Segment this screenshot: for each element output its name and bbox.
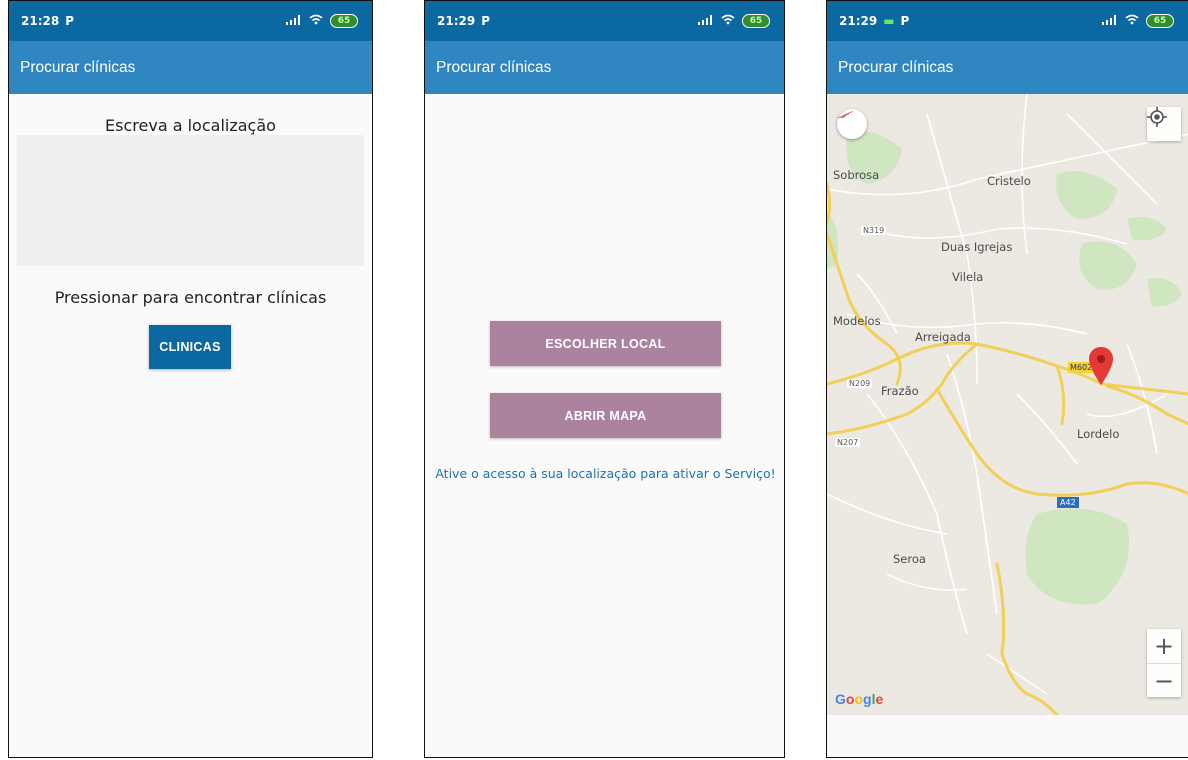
notification-p-icon: P: [65, 14, 74, 28]
road-label: N209: [847, 379, 873, 388]
signal-icon: [286, 14, 302, 28]
place-label: Frazão: [881, 384, 919, 398]
compass-icon[interactable]: [837, 109, 867, 139]
notification-p-icon: P: [900, 14, 910, 28]
zoom-controls: + −: [1147, 629, 1181, 697]
wifi-icon: [721, 14, 735, 28]
choose-location-button[interactable]: ESCOLHER LOCAL: [490, 321, 721, 366]
battery-icon: 65: [1146, 14, 1174, 28]
road-label: N319: [861, 226, 887, 235]
location-input[interactable]: [17, 135, 364, 266]
status-bar: 21:29 P 65: [425, 1, 784, 41]
wifi-icon: [1125, 14, 1139, 28]
road-label: N207: [835, 438, 861, 447]
zoom-in-button[interactable]: +: [1147, 629, 1181, 663]
battery-icon: 65: [742, 14, 770, 28]
place-label: Lordelo: [1077, 427, 1120, 441]
status-time: 21:29: [437, 14, 476, 28]
battery-icon: 65: [330, 14, 358, 28]
signal-icon: [1102, 14, 1118, 28]
app-bar: Procurar clínicas: [425, 41, 784, 94]
my-location-button[interactable]: [1147, 107, 1181, 141]
zoom-out-button[interactable]: −: [1147, 663, 1181, 698]
signal-icon: [698, 14, 714, 28]
status-time: 21:28: [21, 14, 60, 28]
place-label: Sobrosa: [833, 168, 880, 182]
app-bar: Procurar clínicas: [827, 41, 1188, 94]
my-location-icon: [1147, 107, 1167, 127]
status-time: 21:29: [839, 14, 878, 28]
status-bar: 21:29 ▬ P 65: [827, 1, 1188, 41]
phone-screen-map: 21:29 ▬ P 65 Procurar clínicas Sobrosa C…: [826, 0, 1188, 758]
app-bar: Procurar clínicas: [9, 41, 372, 94]
bottom-area: [827, 715, 1188, 757]
status-bar: 21:28 P 65: [9, 1, 372, 41]
find-clinics-label: Pressionar para encontrar clínicas: [54, 288, 327, 307]
place-label: Vilela: [952, 270, 984, 284]
location-label: Escreva a localização: [105, 116, 276, 135]
open-map-button[interactable]: ABRIR MAPA: [490, 393, 721, 438]
place-label: Seroa: [893, 552, 926, 566]
place-label: Cristelo: [987, 174, 1031, 188]
map-view[interactable]: Sobrosa Cristelo Duas Igrejas Vilela Mod…: [827, 94, 1188, 715]
app-bar-title: Procurar clínicas: [436, 58, 552, 76]
place-label: Modelos: [833, 314, 881, 328]
road-shield: A42: [1057, 497, 1079, 508]
notification-icon: ▬: [883, 14, 895, 28]
wifi-icon: [309, 14, 323, 28]
place-label: Duas Igrejas: [941, 240, 1013, 254]
google-logo: Google: [835, 691, 884, 707]
phone-screen-choose-mode: 21:29 P 65 Procurar clínicas ESCOLHER LO…: [424, 0, 785, 758]
notification-p-icon: P: [481, 14, 490, 28]
phone-screen-search-location: 21:28 P 65 Procurar clínicas Escreva a l…: [8, 0, 373, 758]
app-bar-title: Procurar clínicas: [20, 58, 136, 76]
location-permission-message: Ative o acesso à sua localização para at…: [435, 466, 776, 481]
app-bar-title: Procurar clínicas: [838, 58, 954, 76]
clinicas-button[interactable]: CLINICAS: [149, 325, 231, 369]
place-label: Arreigada: [915, 330, 971, 344]
